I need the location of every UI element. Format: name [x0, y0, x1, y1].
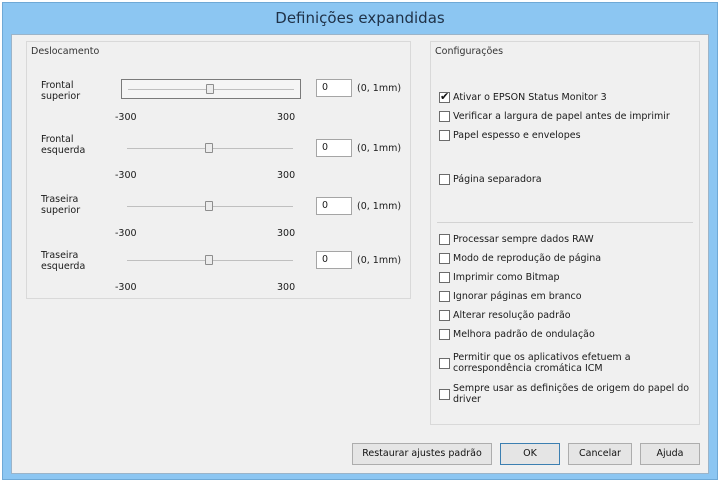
front-top-value-field[interactable]: 0 — [316, 79, 352, 97]
checkbox-box[interactable] — [439, 111, 450, 122]
checkbox-always-raw[interactable]: Processar sempre dados RAW — [439, 234, 594, 245]
checkbox-box[interactable] — [439, 291, 450, 302]
slider-thumb[interactable] — [205, 255, 213, 265]
checkbox-page-reproduction[interactable]: Modo de reprodução de página — [439, 253, 601, 264]
front-left-slider[interactable] — [121, 139, 301, 159]
settings-group-title: Configurações — [435, 46, 504, 57]
window-title: Definições expandidas — [275, 9, 445, 27]
checkbox-icm-matching[interactable]: Permitir que os aplicativos efetuem a co… — [439, 352, 631, 374]
checkbox-box[interactable] — [439, 90, 450, 103]
cancel-button[interactable]: Cancelar — [568, 443, 632, 465]
front-top-min: -300 — [115, 112, 137, 123]
checkbox-box[interactable] — [439, 253, 450, 264]
front-left-max: 300 — [277, 170, 296, 181]
checkbox-box[interactable] — [439, 130, 450, 141]
front-top-unit: (0, 1mm) — [357, 83, 402, 94]
checkbox-status-monitor[interactable]: Ativar o EPSON Status Monitor 3 — [439, 90, 607, 103]
offset-group: Deslocamento Frontal superior 0 (0, 1mm) … — [26, 41, 411, 299]
checkbox-box[interactable] — [439, 389, 450, 400]
restore-defaults-button[interactable]: Restaurar ajustes padrão — [352, 443, 492, 465]
rear-top-unit: (0, 1mm) — [357, 201, 402, 212]
help-button[interactable]: Ajuda — [640, 443, 700, 465]
slider-thumb[interactable] — [206, 84, 214, 94]
checkbox-separator-page[interactable]: Página separadora — [439, 174, 542, 185]
rear-left-min: -300 — [115, 282, 137, 293]
offset-group-title: Deslocamento — [31, 46, 100, 57]
front-left-value-field[interactable]: 0 — [316, 139, 352, 157]
rear-top-slider[interactable] — [121, 197, 301, 217]
rear-top-max: 300 — [277, 228, 296, 239]
checkbox-skip-blank[interactable]: Ignorar páginas em branco — [439, 291, 582, 302]
ok-button[interactable]: OK — [500, 443, 560, 465]
checkbox-box[interactable] — [439, 174, 450, 185]
checkbox-change-resolution[interactable]: Alterar resolução padrão — [439, 310, 571, 321]
dialog-client-area: Deslocamento Frontal superior 0 (0, 1mm) … — [11, 34, 709, 474]
checkbox-box[interactable] — [439, 310, 450, 321]
checkbox-box[interactable] — [439, 234, 450, 245]
front-left-unit: (0, 1mm) — [357, 143, 402, 154]
front-top-label: Frontal superior — [41, 80, 81, 102]
checkbox-print-bitmap[interactable]: Imprimir como Bitmap — [439, 272, 560, 283]
dialog-window: Definições expandidas Deslocamento Front… — [2, 2, 718, 480]
checkbox-box[interactable] — [439, 358, 450, 369]
rear-top-label: Traseira superior — [41, 194, 81, 216]
slider-thumb[interactable] — [205, 201, 213, 211]
checkbox-dither-improvement[interactable]: Melhora padrão de ondulação — [439, 329, 595, 340]
divider — [437, 222, 693, 223]
front-top-slider[interactable] — [121, 79, 301, 99]
settings-group: Configurações Ativar o EPSON Status Moni… — [430, 41, 700, 425]
checkbox-thick-paper[interactable]: Papel espesso e envelopes — [439, 130, 581, 141]
checkbox-box[interactable] — [439, 272, 450, 283]
rear-left-unit: (0, 1mm) — [357, 255, 402, 266]
rear-top-min: -300 — [115, 228, 137, 239]
rear-left-label: Traseira esquerda — [41, 250, 86, 272]
checkbox-driver-paper-source[interactable]: Sempre usar as definições de origem do p… — [439, 383, 689, 405]
checkbox-check-paper-width[interactable]: Verificar a largura de papel antes de im… — [439, 111, 670, 122]
rear-top-value-field[interactable]: 0 — [316, 197, 352, 215]
front-left-min: -300 — [115, 170, 137, 181]
front-top-max: 300 — [277, 112, 296, 123]
rear-left-slider[interactable] — [121, 251, 301, 271]
front-left-label: Frontal esquerda — [41, 134, 86, 156]
checkbox-box[interactable] — [439, 329, 450, 340]
rear-left-max: 300 — [277, 282, 296, 293]
rear-left-value-field[interactable]: 0 — [316, 251, 352, 269]
slider-thumb[interactable] — [205, 143, 213, 153]
